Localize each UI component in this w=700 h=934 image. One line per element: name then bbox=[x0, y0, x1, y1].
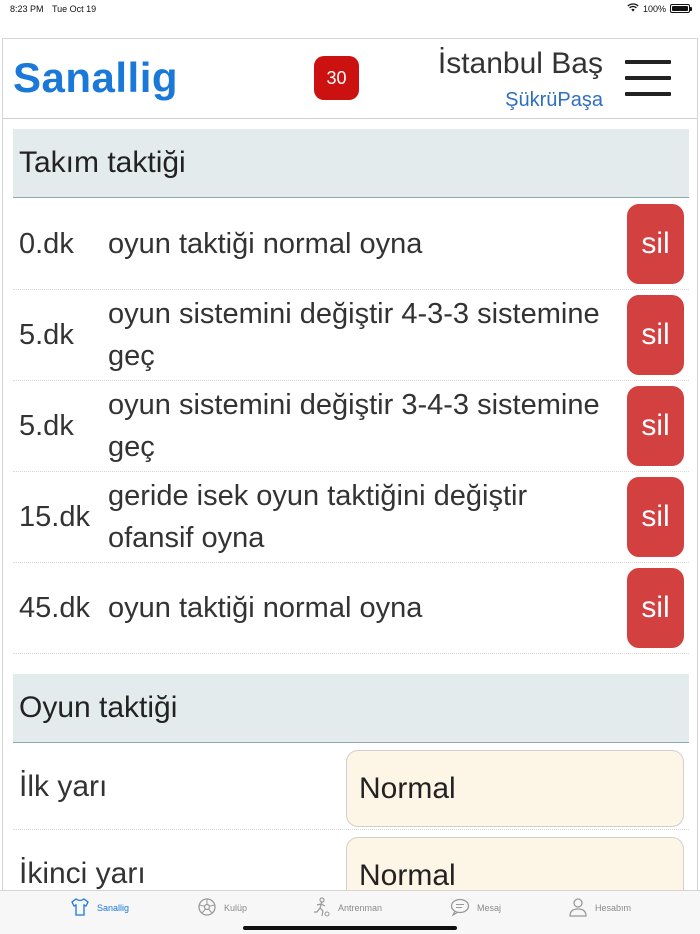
app-frame: Sanallig 30 İstanbul Baş ŞükrüPaşa Takım… bbox=[2, 38, 698, 890]
first-half-row: İlk yarı Normal bbox=[13, 744, 689, 830]
tactic-minute: 15.dk bbox=[19, 500, 90, 533]
tactic-minute: 5.dk bbox=[19, 409, 74, 442]
second-half-label: İkinci yarı bbox=[19, 857, 146, 890]
tactic-row: 45.dk oyun taktiği normal oyna sil bbox=[13, 563, 689, 654]
team-name: İstanbul Baş bbox=[437, 47, 603, 80]
tab-label: Hesabım bbox=[595, 903, 632, 913]
wifi-icon bbox=[627, 3, 639, 14]
delete-button[interactable]: sil bbox=[627, 204, 684, 284]
tactic-description: geride isek oyun taktiğini değiştir ofan… bbox=[108, 480, 528, 554]
tactic-row: 5.dk oyun sistemini değiştir 4-3-3 siste… bbox=[13, 290, 689, 381]
tab-sanallig[interactable]: Sanallig bbox=[69, 897, 129, 919]
delete-button[interactable]: sil bbox=[627, 295, 684, 375]
coach-name-link[interactable]: ŞükrüPaşa bbox=[505, 89, 603, 112]
status-date: Tue Oct 19 bbox=[52, 4, 97, 14]
tab-mesaj[interactable]: Mesaj bbox=[449, 897, 501, 919]
tactic-description: oyun sistemini değiştir 4-3-3 sistemine … bbox=[108, 298, 600, 372]
tactic-description: oyun taktiği normal oyna bbox=[108, 228, 423, 260]
person-icon bbox=[567, 896, 589, 920]
battery-percent: 100% bbox=[642, 3, 666, 14]
status-bar: 8:23 PM Tue Oct 19 100% bbox=[0, 0, 700, 18]
brand-logo[interactable]: Sanallig bbox=[13, 54, 178, 102]
tactic-minute: 45.dk bbox=[19, 591, 90, 624]
battery-level bbox=[672, 6, 688, 11]
home-indicator bbox=[243, 926, 457, 930]
notification-badge[interactable]: 30 bbox=[314, 56, 359, 100]
second-half-select[interactable]: Normal bbox=[346, 837, 684, 890]
tab-kulup[interactable]: Kulüp bbox=[196, 897, 247, 919]
player-icon bbox=[310, 896, 332, 920]
tactic-minute: 5.dk bbox=[19, 318, 74, 351]
battery-icon bbox=[670, 4, 692, 13]
tab-antrenman[interactable]: Antrenman bbox=[310, 897, 382, 919]
tab-label: Antrenman bbox=[338, 903, 383, 913]
tactic-row: 15.dk geride isek oyun taktiğini değişti… bbox=[13, 472, 689, 563]
first-half-label: İlk yarı bbox=[19, 770, 108, 803]
team-tactics-header: Takım taktiği bbox=[13, 129, 689, 198]
first-half-select[interactable]: Normal bbox=[346, 750, 684, 827]
delete-button[interactable]: sil bbox=[627, 568, 684, 648]
tactic-description: oyun taktiği normal oyna bbox=[108, 592, 423, 624]
status-right: 100% bbox=[627, 3, 692, 14]
main-content[interactable]: Takım taktiği 0.dk oyun taktiği normal o… bbox=[3, 120, 697, 890]
tab-label: Sanallig bbox=[97, 903, 130, 913]
hamburger-menu-icon[interactable] bbox=[625, 60, 671, 98]
delete-button[interactable]: sil bbox=[627, 386, 684, 466]
game-tactics-header: Oyun taktiği bbox=[13, 674, 689, 743]
shirt-icon bbox=[69, 896, 91, 920]
tactic-row: 0.dk oyun taktiği normal oyna sil bbox=[13, 199, 689, 290]
tactic-row: 5.dk oyun sistemini değiştir 3-4-3 siste… bbox=[13, 381, 689, 472]
chat-icon bbox=[449, 896, 471, 920]
tab-label: Mesaj bbox=[477, 903, 502, 913]
ball-icon bbox=[196, 896, 218, 920]
tab-hesabim[interactable]: Hesabım bbox=[567, 897, 631, 919]
tab-label: Kulüp bbox=[224, 903, 248, 913]
delete-button[interactable]: sil bbox=[627, 477, 684, 557]
status-time: 8:23 PM bbox=[10, 4, 44, 14]
app-header: Sanallig 30 İstanbul Baş ŞükrüPaşa bbox=[3, 39, 697, 119]
tactic-description: oyun sistemini değiştir 3-4-3 sistemine … bbox=[108, 389, 600, 463]
second-half-row: İkinci yarı Normal bbox=[13, 831, 689, 890]
tactic-minute: 0.dk bbox=[19, 227, 74, 260]
